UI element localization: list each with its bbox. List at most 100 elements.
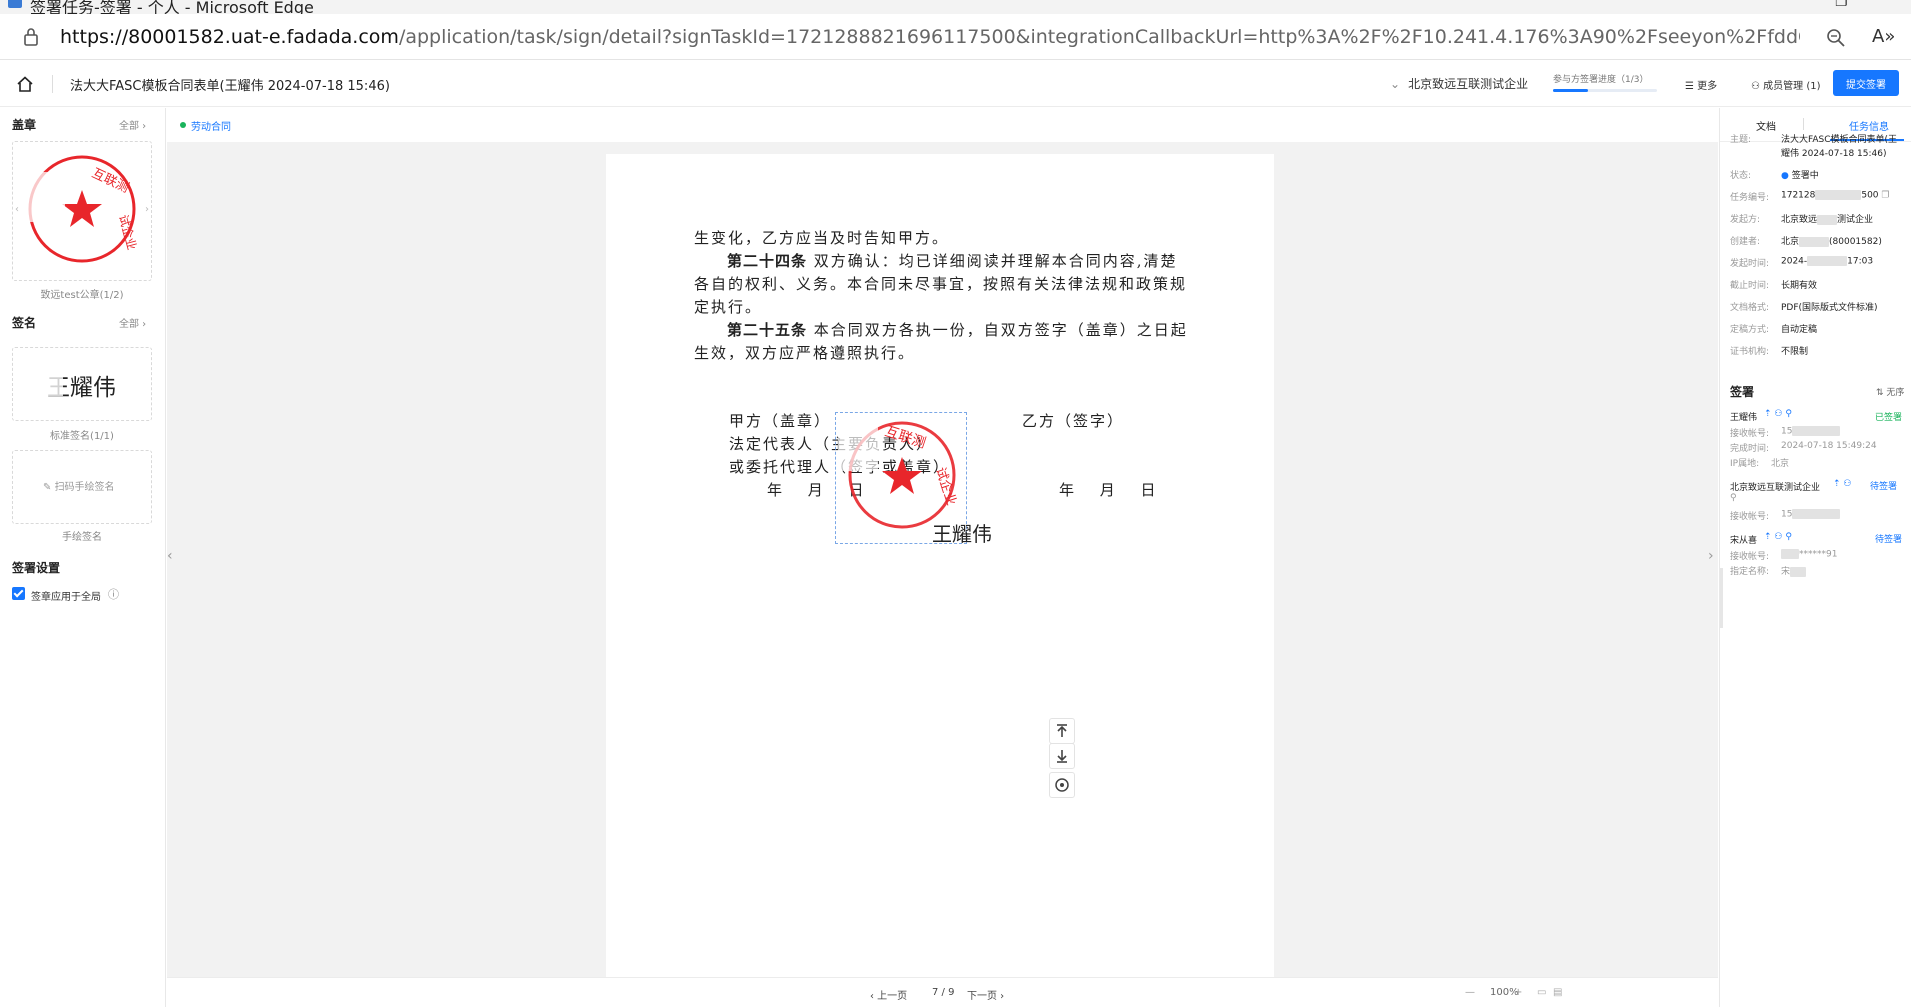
format-key: 文档格式:	[1730, 303, 1770, 313]
maximize-icon[interactable]: ❐	[1835, 0, 1848, 10]
target-icon	[1055, 778, 1069, 792]
pager-bar: ‹ 上一页 7 / 9 下一页 › — 100% + ▭ ▤	[167, 977, 1718, 1007]
doc-article-25: 第二十五条 本合同双方各执一份，自双方签字（盖章）之日起	[727, 321, 1188, 339]
zoom-icon[interactable]	[1825, 27, 1847, 49]
zoom-in-button[interactable]: +	[1514, 987, 1522, 998]
signer-1-badge-icons: ⇡ ⚇ ⚲	[1764, 409, 1792, 419]
url-field[interactable]: https://80001582.uat-e.fadada.com/applic…	[60, 26, 1800, 48]
start-time-value: 2024- 17:03	[1781, 256, 1874, 267]
signer-1-ip-value: 北京	[1771, 459, 1790, 469]
party-a-label: 甲方（盖章）	[729, 412, 832, 430]
more-menu-button[interactable]: ☰ 更多	[1685, 77, 1717, 92]
task-no-key: 任务编号:	[1730, 193, 1770, 203]
seal-prev-icon[interactable]: ‹	[15, 204, 19, 215]
apply-all-label: 签章应用于全局	[31, 592, 101, 603]
edge-app-icon	[8, 0, 22, 8]
signer-2-status: 待签署	[1870, 482, 1898, 492]
signer-1-name: 王耀伟	[1730, 413, 1758, 423]
subject-value-1: 法大大FASC模板合同表单(王	[1781, 135, 1898, 145]
signature-blur-mask	[43, 368, 63, 396]
signer-2-acct-key: 接收帐号:	[1730, 512, 1770, 522]
cert-value: 不限制	[1781, 347, 1809, 357]
member-management-button[interactable]: ⚇ 成员管理 (1)	[1751, 77, 1821, 92]
signature-caption: 标准签名(1/1)	[50, 431, 114, 442]
arrow-down-icon	[1057, 750, 1067, 763]
collapse-right-icon[interactable]: ›	[1708, 548, 1714, 564]
submit-sign-button[interactable]: 提交签署	[1833, 70, 1899, 96]
signer-3-status: 待签署	[1875, 535, 1903, 545]
document-page: 生变化，乙方应当及时告知甲方。 第二十四条 双方确认：均已详细阅读并理解本合同内…	[606, 154, 1274, 983]
signature-section-title: 签名	[12, 316, 37, 330]
doc-line-3: 各自的权利、义务。本合同未尽事宜，按照有关法律法规和政策规	[694, 275, 1188, 293]
apply-all-checkbox[interactable]	[12, 587, 25, 600]
doc-line-4: 定执行。	[694, 298, 763, 316]
tab-task-info[interactable]: 任务信息	[1849, 118, 1889, 133]
org-switcher[interactable]: ⌄ 北京致远互联测试企业	[1390, 75, 1528, 92]
zoom-out-button[interactable]: —	[1465, 987, 1475, 998]
page-indicator[interactable]: 7 / 9	[932, 987, 954, 998]
sign-progress-track	[1553, 89, 1657, 92]
placed-signature[interactable]: 王耀伟	[932, 518, 992, 547]
left-panel: 盖章 全部 › 互联测 试企业 ‹ › 致远test公章(1/2) 签名 全部 …	[0, 108, 166, 1007]
signer-1-time-key: 完成时间:	[1730, 444, 1770, 454]
seal-caption: 致远test公章(1/2)	[40, 290, 124, 301]
locate-button[interactable]	[1049, 772, 1075, 798]
to-top-button[interactable]	[1049, 718, 1075, 744]
sort-icon: ⇅	[1876, 388, 1887, 398]
order-toggle[interactable]: ⇅ 无序	[1876, 385, 1904, 398]
signature-card[interactable]: 王耀伟	[12, 347, 152, 421]
sign-progress[interactable]: 参与方签署进度（1/3）	[1553, 72, 1657, 92]
tab-divider	[1803, 118, 1804, 130]
collapse-left-icon[interactable]: ‹	[167, 548, 173, 564]
seal-section-title: 盖章	[12, 118, 37, 132]
creator-key: 创建者:	[1730, 237, 1761, 247]
document-viewer: 劳动合同 ‹ › 生变化，乙方应当及时告知甲方。 第二十四条 双方确认：均已详细…	[167, 108, 1718, 1007]
signer-3-name: 宋从喜	[1730, 536, 1758, 546]
fit-width-icon[interactable]: ▤	[1553, 987, 1562, 998]
signer-2-link-icon: ⚲	[1730, 493, 1737, 503]
sign-settings-title: 签署设置	[12, 561, 61, 575]
signer-3-acct-value: ******91	[1781, 549, 1837, 560]
tag-dot-icon	[180, 122, 186, 128]
subject-key: 主题:	[1730, 135, 1752, 145]
lock-icon[interactable]	[22, 27, 40, 47]
right-scrollbar[interactable]	[1720, 568, 1723, 628]
contract-tag-bar: 劳动合同	[167, 108, 1718, 142]
finalize-key: 定稿方式:	[1730, 325, 1770, 335]
read-aloud-icon[interactable]: A»	[1872, 26, 1895, 47]
signer-1-time-value: 2024-07-18 15:49:24	[1781, 441, 1877, 451]
signer-3-assign-key: 指定名称:	[1730, 567, 1770, 577]
info-icon[interactable]: ⓘ	[108, 586, 119, 602]
date-b: 年 月 日	[1059, 481, 1158, 499]
seal-card[interactable]: 互联测 试企业 ‹ ›	[12, 141, 152, 281]
creator-value: 北京 (80001582)	[1781, 236, 1882, 247]
signer-3-acct-key: 接收帐号:	[1730, 552, 1770, 562]
doc-article-24: 第二十四条 双方确认：均已详细阅读并理解本合同内容,清楚	[727, 252, 1178, 270]
seal-next-icon[interactable]: ›	[145, 204, 149, 215]
sign-progress-label: 参与方签署进度（1/3）	[1553, 75, 1649, 85]
hand-sign-caption: 手绘签名	[62, 532, 102, 543]
signer-2-acct-value: 15	[1781, 509, 1841, 520]
status-badge: ● 签署中	[1781, 171, 1819, 181]
to-bottom-button[interactable]	[1049, 743, 1075, 769]
home-icon[interactable]	[16, 75, 34, 93]
signature-all-link[interactable]: 全部 ›	[119, 315, 146, 330]
next-page-button[interactable]: 下一页 ›	[967, 987, 1004, 1002]
signer-2-name: 北京致远互联测试企业	[1730, 483, 1821, 493]
signer-3-assign-value: 宋	[1781, 564, 1807, 577]
fit-page-icon[interactable]: ▭	[1537, 987, 1546, 998]
menu-icon: ☰	[1685, 81, 1698, 92]
prev-page-button[interactable]: ‹ 上一页	[870, 987, 907, 1002]
copy-icon[interactable]: ❐	[1881, 191, 1889, 201]
tab-document[interactable]: 文档	[1756, 118, 1776, 133]
window-title: 签署任务-签署 - 个人 - Microsoft Edge	[30, 0, 314, 14]
party-b-label: 乙方（签字）	[1022, 412, 1125, 430]
header-divider	[52, 75, 53, 93]
task-no-value: 172128 500 ❐	[1781, 190, 1890, 201]
initiator-key: 发起方:	[1730, 215, 1761, 225]
seal-all-link[interactable]: 全部 ›	[119, 117, 146, 132]
signer-1-status: 已签署	[1875, 413, 1903, 423]
scan-hand-sign-button[interactable]: ✎ 扫码手绘签名	[12, 450, 152, 524]
start-time-key: 发起时间:	[1730, 259, 1770, 269]
signer-1-ip-key: IP属地:	[1730, 459, 1760, 469]
